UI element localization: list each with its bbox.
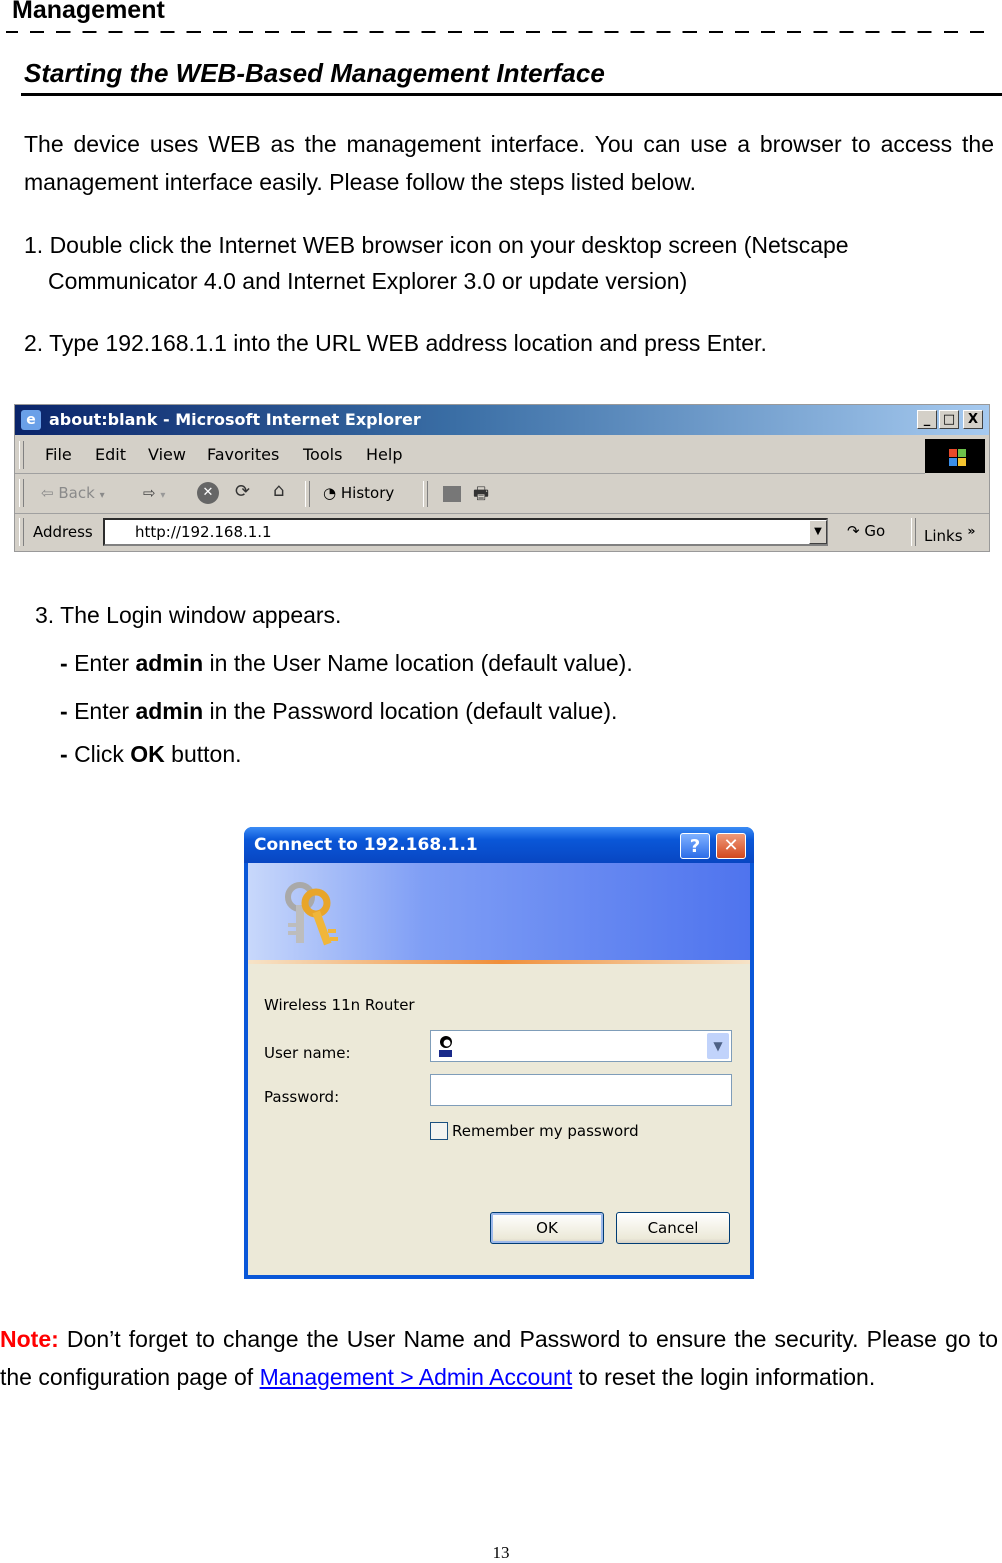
back-dropdown-icon: ▾	[99, 490, 105, 501]
header-dashed-divider	[6, 31, 996, 33]
login-banner	[248, 863, 750, 961]
login-dialog-body: Wireless 11n Router User name: ▼ Passwor…	[248, 964, 750, 1275]
step-2: 2. Type 192.168.1.1 into the URL WEB add…	[24, 330, 767, 356]
sub-verb: Enter	[74, 650, 136, 676]
user-icon	[439, 1036, 452, 1057]
remember-password-checkbox[interactable]	[430, 1122, 448, 1140]
address-label: Address	[33, 523, 93, 541]
note-text-after: to reset the login information.	[572, 1364, 876, 1390]
username-label: User name:	[264, 1044, 351, 1062]
address-input[interactable]: http://192.168.1.1	[103, 518, 828, 546]
windows-logo-icon	[925, 439, 985, 473]
sub-verb: Click	[74, 741, 131, 767]
toolbar-grip[interactable]	[19, 441, 24, 469]
forward-dropdown-icon: ▾	[160, 490, 166, 501]
realm-label: Wireless 11n Router	[264, 996, 415, 1014]
toolbar-grip[interactable]	[19, 518, 24, 546]
menu-file[interactable]: File	[45, 445, 72, 464]
note-paragraph: Note: Don’t forget to change the User Na…	[0, 1320, 998, 1396]
minimize-button[interactable]: _	[917, 410, 937, 429]
forward-arrow-icon: ⇨	[143, 484, 156, 502]
note-label: Note:	[0, 1326, 59, 1352]
toolbar-grip[interactable]	[19, 479, 24, 507]
sub-verb: Enter	[74, 698, 136, 724]
sub-rest: in the Password location (default value)…	[203, 698, 618, 724]
bullet-dash: -	[60, 741, 75, 767]
toolbar-separator	[423, 481, 428, 507]
ie-browser-window: e about:blank - Microsoft Internet Explo…	[14, 404, 990, 552]
step-3-sub-2: - Enter admin in the Password location (…	[60, 698, 617, 725]
step-3: 3. The Login window appears.	[35, 602, 342, 628]
go-arrow-icon: ↷	[847, 522, 860, 540]
sub-rest: button.	[164, 741, 242, 767]
edit-icon[interactable]	[443, 486, 461, 502]
menu-edit[interactable]: Edit	[95, 445, 126, 464]
step-1-line-1: 1. Double click the Internet WEB browser…	[24, 232, 849, 258]
ie-logo-icon: e	[21, 410, 41, 430]
links-chevron-icon: »	[967, 523, 976, 538]
dialog-close-button[interactable]: ✕	[716, 833, 746, 859]
toolbar-grip[interactable]	[911, 518, 916, 546]
refresh-icon[interactable]: ⟳	[235, 481, 250, 502]
links-button[interactable]: Links »	[924, 523, 975, 545]
close-button[interactable]: X	[963, 410, 983, 429]
ie-window-title: about:blank - Microsoft Internet Explore…	[49, 410, 421, 429]
history-label: History	[340, 484, 395, 502]
login-dialog: Connect to 192.168.1.1 ? ✕ Wireless 11n …	[244, 827, 754, 1279]
admin-account-link[interactable]: Management > Admin Account	[260, 1364, 573, 1390]
go-button[interactable]: ↷ Go	[847, 522, 885, 540]
remember-password-label[interactable]: Remember my password	[452, 1122, 639, 1140]
ie-address-bar: Address http://192.168.1.1 ▼ ↷ Go Links …	[15, 515, 989, 551]
username-combobox[interactable]: ▼	[430, 1030, 732, 1062]
cancel-button[interactable]: Cancel	[616, 1212, 730, 1244]
keys-icon	[285, 882, 338, 946]
menu-favorites[interactable]: Favorites	[207, 445, 279, 464]
sub-bold-value: admin	[135, 698, 204, 724]
ie-menu-bar: File Edit View Favorites Tools Help	[15, 437, 925, 474]
chapter-header: Management	[12, 0, 165, 24]
sub-rest: in the User Name location (default value…	[203, 650, 633, 676]
menu-view[interactable]: View	[148, 445, 186, 464]
toolbar-separator	[305, 481, 310, 507]
menu-tools[interactable]: Tools	[303, 445, 342, 464]
address-dropdown-button[interactable]: ▼	[809, 520, 827, 544]
password-input[interactable]	[430, 1074, 732, 1106]
chevron-down-icon[interactable]: ▼	[707, 1033, 729, 1059]
ie-standard-toolbar: ⇦ Back ▾ ⇨ ▾ ✕ ⟳ ⌂ ◔ History 🖶	[15, 475, 989, 514]
home-icon[interactable]: ⌂	[273, 480, 284, 501]
intro-paragraph: The device uses WEB as the management in…	[24, 131, 994, 195]
links-label: Links	[924, 527, 963, 545]
step-1-line-2: Communicator 4.0 and Internet Explorer 3…	[48, 268, 688, 294]
back-button[interactable]: ⇦ Back ▾	[41, 484, 105, 502]
maximize-button[interactable]: □	[939, 410, 959, 429]
bullet-dash: -	[60, 650, 75, 676]
stop-icon[interactable]: ✕	[197, 482, 219, 504]
history-button[interactable]: ◔ History	[323, 484, 394, 502]
bullet-dash: -	[60, 698, 75, 724]
login-dialog-title-bar: Connect to 192.168.1.1 ? ✕	[244, 827, 754, 863]
sub-bold-value: OK	[130, 741, 165, 767]
back-arrow-icon: ⇦	[41, 484, 54, 502]
step-3-sub-3: - Click OK button.	[60, 741, 242, 768]
ie-title-bar: e about:blank - Microsoft Internet Explo…	[15, 405, 989, 435]
history-icon: ◔	[323, 484, 337, 502]
step-3-sub-1: - Enter admin in the User Name location …	[60, 650, 633, 677]
login-dialog-title: Connect to 192.168.1.1	[254, 835, 478, 855]
menu-help[interactable]: Help	[366, 445, 402, 464]
ok-button[interactable]: OK	[490, 1212, 604, 1244]
go-label: Go	[864, 522, 886, 540]
sub-bold-value: admin	[135, 650, 204, 676]
print-icon[interactable]: 🖶	[473, 481, 489, 510]
section-title: Starting the WEB-Based Management Interf…	[24, 58, 605, 88]
forward-button[interactable]: ⇨ ▾	[143, 484, 165, 502]
help-button[interactable]: ?	[680, 833, 710, 859]
section-title-rule	[21, 93, 1002, 96]
back-label: Back	[58, 484, 95, 502]
password-label: Password:	[264, 1088, 340, 1106]
page-number: 13	[492, 1543, 510, 1562]
